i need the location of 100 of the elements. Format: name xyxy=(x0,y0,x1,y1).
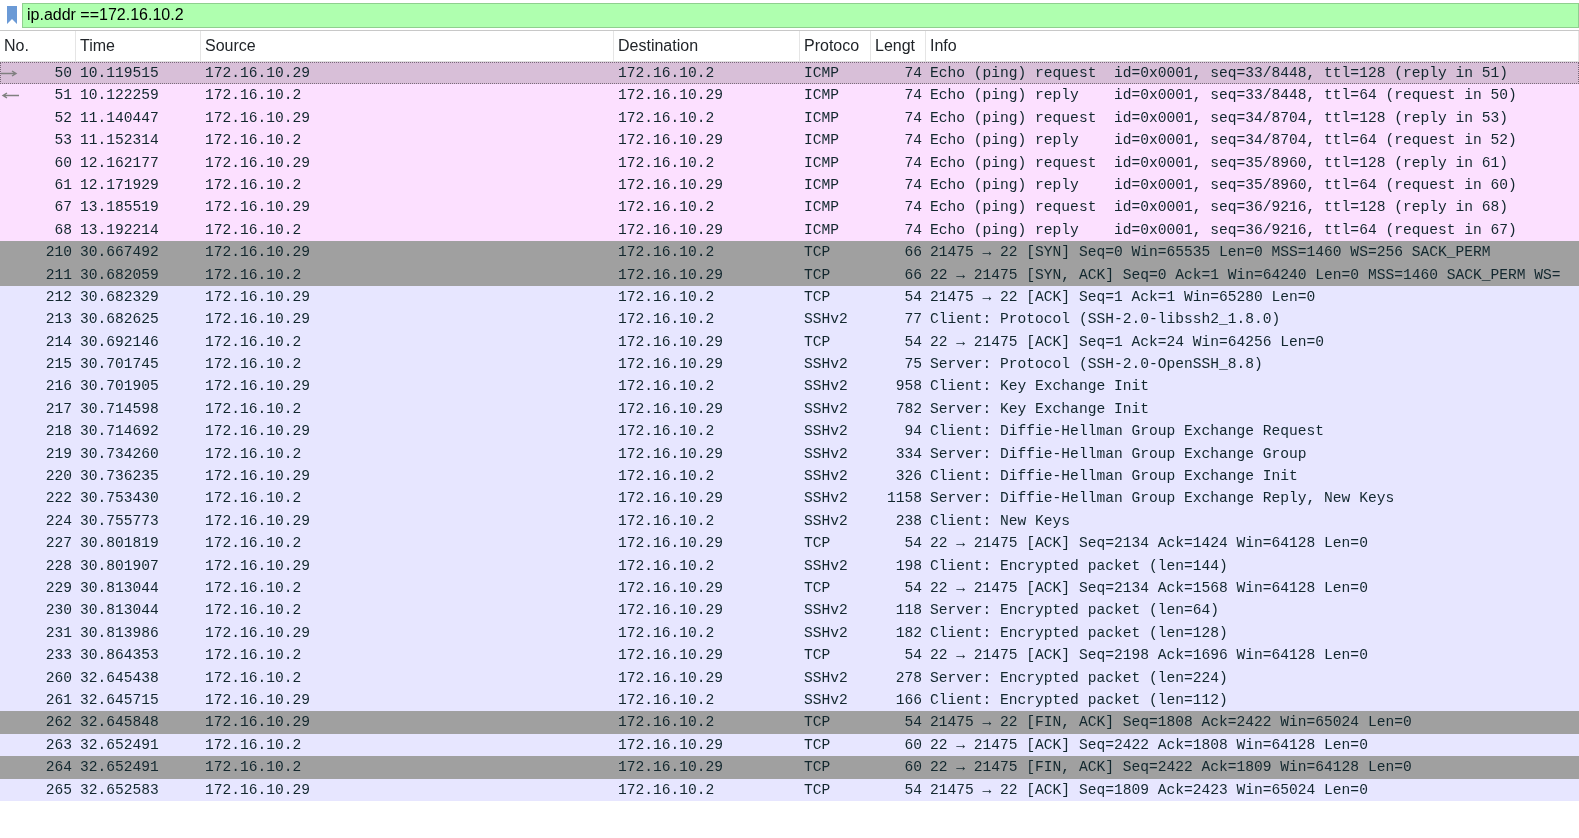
packet-row[interactable]: 228 30.801907 172.16.10.29 172.16.10.2 SSHv2 198 Client: Encrypted packet (len=144) xyxy=(0,554,1579,577)
table-cell-text: 12.162177 xyxy=(79,153,160,173)
packet-row[interactable]: 224 30.755773 172.16.10.29 172.16.10.2 SSHv2 238 Client: New Keys xyxy=(0,509,1579,533)
table-cell-text: Echo (ping) request id=0x0001, seq=36/9216, ttl=128 (reply in 68) xyxy=(929,198,1509,218)
table-cell-text: 172.16.10.29 xyxy=(617,175,725,195)
packet-row[interactable]: 265 32.652583 172.16.10.29 172.16.10.2 TCP 54 21475 → 22 [ACK] Seq=1809 Ack=2423 Win=65024 Len=0 xyxy=(0,778,1579,801)
table-cell-text: 172.16.10.2 xyxy=(617,467,716,487)
table-cell-text: 172.16.10.29 xyxy=(617,534,725,554)
table-cell-text: 326 xyxy=(894,467,923,487)
table-cell-text: Echo (ping) reply id=0x0001, seq=36/9216, ttl=64 (request in 67) xyxy=(929,220,1518,240)
table-cell-text: 54 xyxy=(903,780,923,800)
table-cell-text: 211 xyxy=(44,265,73,285)
packet-row[interactable]: 260 32.645438 172.16.10.2 172.16.10.29 SSHv2 278 Server: Encrypted packet (len=224) xyxy=(0,666,1579,689)
packet-row[interactable]: 227 30.801819 172.16.10.2 172.16.10.29 TCP 54 22 → 21475 [ACK] Seq=2134 Ack=1424 Win=64128 Len=0 xyxy=(0,532,1579,555)
packet-row[interactable]: 261 32.645715 172.16.10.29 172.16.10.2 SSHv2 166 Client: Encrypted packet (len=112) xyxy=(0,688,1579,712)
packet-row[interactable]: 212 30.682329 172.16.10.29 172.16.10.2 TCP 54 21475 → 22 [ACK] Seq=1 Ack=1 Win=65280 Len=0 xyxy=(0,285,1579,309)
packet-row[interactable]: 67 13.185519 172.16.10.29 172.16.10.2 ICMP 74 Echo (ping) request id=0x0001, seq=36/9216, ttl=128 (reply in 68) xyxy=(0,196,1579,219)
table-cell-text: 172.16.10.2 xyxy=(204,332,303,352)
table-cell-text: 74 xyxy=(903,64,923,83)
packet-row[interactable]: 233 30.864353 172.16.10.2 172.16.10.29 TCP 54 22 → 21475 [ACK] Seq=2198 Ack=1696 Win=64128 Len=0 xyxy=(0,644,1579,667)
table-cell-text: 50 xyxy=(53,64,73,83)
table-cell-text: 54 xyxy=(903,713,923,733)
table-cell-text: 228 xyxy=(44,556,73,576)
table-cell-text: Client: Encrypted packet (len=144) xyxy=(929,556,1229,576)
packet-row[interactable]: 222 30.753430 172.16.10.2 172.16.10.29 SSHv2 1158 Server: Diffie-Hellman Group Exchange Reply, New Keys xyxy=(0,487,1579,510)
table-cell-text: 32.645438 xyxy=(79,668,160,688)
column-header[interactable]: Source xyxy=(201,31,614,61)
table-cell-text: 212 xyxy=(44,287,73,307)
table-cell-text: 30.813986 xyxy=(79,623,160,643)
table-cell-text: 229 xyxy=(44,579,73,598)
packet-row[interactable]: 52 11.140447 172.16.10.29 172.16.10.2 ICMP 74 Echo (ping) request id=0x0001, seq=34/8704, ttl=128 (reply in 53) xyxy=(0,106,1579,130)
table-cell-text: 118 xyxy=(894,601,923,621)
packet-row[interactable]: 229 30.813044 172.16.10.2 172.16.10.29 TCP 54 22 → 21475 [ACK] Seq=2134 Ack=1568 Win=64128 Len=0 xyxy=(0,577,1579,600)
table-cell-text: SSHv2 xyxy=(803,601,849,621)
packet-row[interactable]: 51 10.122259 172.16.10.2 172.16.10.29 ICMP 74 Echo (ping) reply id=0x0001, seq=33/8448, ttl=64 (request in 50) xyxy=(0,84,1579,107)
table-cell-text: 172.16.10.2 xyxy=(617,556,716,576)
packet-row[interactable]: 213 30.682625 172.16.10.29 172.16.10.2 SSHv2 77 Client: Protocol (SSH-2.0-libssh2_1.8.0) xyxy=(0,308,1579,331)
table-cell-text: 52 xyxy=(53,108,73,128)
table-cell-text: TCP xyxy=(803,713,832,733)
table-cell-text: 172.16.10.2 xyxy=(204,601,303,621)
table-cell-text: 10.119515 xyxy=(79,64,160,83)
table-cell-text: 172.16.10.29 xyxy=(204,511,312,531)
table-cell-text: 172.16.10.2 xyxy=(617,64,716,83)
table-cell-text: 172.16.10.29 xyxy=(617,579,725,598)
table-cell-text: SSHv2 xyxy=(803,623,849,643)
table-cell-text: SSHv2 xyxy=(803,511,849,531)
packet-row[interactable]: 220 30.736235 172.16.10.29 172.16.10.2 SSHv2 326 Client: Diffie-Hellman Group Exchange Init xyxy=(0,465,1579,488)
packet-row[interactable]: 211 30.682059 172.16.10.2 172.16.10.29 TCP 66 22 → 21475 [SYN, ACK] Seq=0 Ack=1 Win=64240 Len=0 MSS=1460 SACK_PERM WS= xyxy=(0,263,1579,286)
table-cell-text: 172.16.10.29 xyxy=(204,64,312,83)
column-header[interactable]: No. xyxy=(0,31,76,61)
packet-row[interactable]: 262 32.645848 172.16.10.29 172.16.10.2 TCP 54 21475 → 22 [FIN, ACK] Seq=1808 Ack=2422 Win=65024 Len=0 xyxy=(0,711,1579,734)
column-header[interactable]: Protoco xyxy=(800,31,871,61)
table-cell-text: 231 xyxy=(44,623,73,643)
packet-row[interactable]: 217 30.714598 172.16.10.2 172.16.10.29 SSHv2 782 Server: Key Exchange Init xyxy=(0,397,1579,421)
packet-row[interactable]: 219 30.734260 172.16.10.2 172.16.10.29 SSHv2 334 Server: Diffie-Hellman Group Exchange Group xyxy=(0,442,1579,466)
table-cell-text: 22 → 21475 [SYN, ACK] Seq=0 Ack=1 Win=64240 Len=0 MSS=1460 SACK_PERM WS= xyxy=(929,265,1562,285)
table-cell-text: 30.813044 xyxy=(79,579,160,598)
table-cell-text: Server: Encrypted packet (len=64) xyxy=(929,601,1220,621)
table-cell-text: ICMP xyxy=(803,220,841,240)
column-header[interactable]: Info xyxy=(926,31,1579,61)
table-cell-text: 172.16.10.29 xyxy=(617,646,725,666)
table-cell-text: 172.16.10.2 xyxy=(617,780,716,800)
bookmark-icon[interactable] xyxy=(6,6,18,24)
table-cell-text: 172.16.10.29 xyxy=(204,108,312,128)
column-header[interactable]: Destination xyxy=(614,31,800,61)
table-cell-text: 172.16.10.2 xyxy=(204,668,303,688)
table-cell-text: ICMP xyxy=(803,108,841,128)
table-cell-text: 68 xyxy=(53,220,73,240)
packet-row[interactable]: 61 12.171929 172.16.10.2 172.16.10.29 ICMP 74 Echo (ping) reply id=0x0001, seq=35/8960, ttl=64 (request in 60) xyxy=(0,173,1579,197)
packet-row[interactable]: 53 11.152314 172.16.10.2 172.16.10.29 ICMP 74 Echo (ping) reply id=0x0001, seq=34/8704, ttl=64 (request in 52) xyxy=(0,129,1579,152)
table-cell-text: Client: Encrypted packet (len=128) xyxy=(929,623,1229,643)
packet-row[interactable]: 50 10.119515 172.16.10.29 172.16.10.2 ICMP 74 Echo (ping) request id=0x0001, seq=33/8448, ttl=128 (reply in 51) xyxy=(0,62,1579,85)
packet-row[interactable]: 231 30.813986 172.16.10.29 172.16.10.2 SSHv2 182 Client: Encrypted packet (len=128) xyxy=(0,621,1579,645)
packet-row[interactable]: 216 30.701905 172.16.10.29 172.16.10.2 SSHv2 958 Client: Key Exchange Init xyxy=(0,375,1579,398)
table-cell-text: 22 → 21475 [ACK] Seq=2134 Ack=1424 Win=64128 Len=0 xyxy=(929,534,1369,554)
column-header[interactable]: Lengt xyxy=(871,31,926,61)
table-cell-text: 66 xyxy=(903,265,923,285)
table-cell-text: 182 xyxy=(894,623,923,643)
packet-row[interactable]: 210 30.667492 172.16.10.29 172.16.10.2 TCP 66 21475 → 22 [SYN] Seq=0 Win=65535 Len=0 MSS=1460 WS=256 SACK_PERM xyxy=(0,241,1579,264)
column-header[interactable]: Time xyxy=(76,31,201,61)
table-cell-text: 22 → 21475 [ACK] Seq=2198 Ack=1696 Win=64128 Len=0 xyxy=(929,646,1369,666)
packet-row[interactable]: 68 13.192214 172.16.10.2 172.16.10.29 ICMP 74 Echo (ping) reply id=0x0001, seq=36/9216, ttl=64 (request in 67) xyxy=(0,218,1579,242)
table-cell-text: 21475 → 22 [ACK] Seq=1809 Ack=2423 Win=65024 Len=0 xyxy=(929,780,1369,800)
packet-row[interactable]: 218 30.714692 172.16.10.29 172.16.10.2 SSHv2 94 Client: Diffie-Hellman Group Exchange Request xyxy=(0,420,1579,443)
table-cell-text: 54 xyxy=(903,646,923,666)
table-cell-text: 172.16.10.29 xyxy=(204,690,312,710)
table-cell-text: 30.692146 xyxy=(79,332,160,352)
table-cell-text: 172.16.10.2 xyxy=(617,243,716,263)
display-filter-field[interactable]: ip.addr ==172.16.10.2 xyxy=(22,2,1579,28)
packet-row[interactable]: 230 30.813044 172.16.10.2 172.16.10.29 SSHv2 118 Server: Encrypted packet (len=64) xyxy=(0,599,1579,622)
table-cell-text: 172.16.10.29 xyxy=(204,422,312,442)
packet-row[interactable]: 214 30.692146 172.16.10.2 172.16.10.29 TCP 54 22 → 21475 [ACK] Seq=1 Ack=24 Win=64256 Len=0 xyxy=(0,330,1579,354)
table-cell-text: SSHv2 xyxy=(803,668,849,688)
packet-row[interactable]: 264 32.652491 172.16.10.2 172.16.10.29 TCP 60 22 → 21475 [FIN, ACK] Seq=2422 Ack=1809 Win=64128 Len=0 xyxy=(0,756,1579,779)
packet-row[interactable]: 60 12.162177 172.16.10.29 172.16.10.2 ICMP 74 Echo (ping) request id=0x0001, seq=35/8960, ttl=128 (reply in 61) xyxy=(0,151,1579,174)
table-cell-text: 30.753430 xyxy=(79,489,160,509)
packet-row[interactable]: 215 30.701745 172.16.10.2 172.16.10.29 SSHv2 75 Server: Protocol (SSH-2.0-OpenSSH_8.8) xyxy=(0,353,1579,376)
table-cell-text: 30.682625 xyxy=(79,310,160,330)
packet-row[interactable]: 263 32.652491 172.16.10.2 172.16.10.29 TCP 60 22 → 21475 [ACK] Seq=2422 Ack=1808 Win=64128 Len=0 xyxy=(0,733,1579,757)
table-cell-text: 172.16.10.2 xyxy=(617,511,716,531)
